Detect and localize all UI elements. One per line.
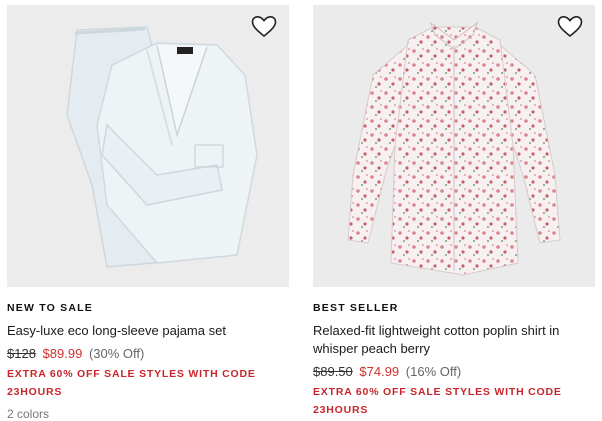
price-row: $128 $89.99 (30% Off) bbox=[7, 345, 289, 363]
product-badge: NEW TO SALE bbox=[7, 302, 93, 314]
heart-outline-icon[interactable] bbox=[557, 15, 583, 39]
color-count[interactable]: 2 colors bbox=[7, 407, 289, 421]
sale-price: $74.99 bbox=[359, 364, 400, 379]
product-title[interactable]: Relaxed-fit lightweight cotton poplin sh… bbox=[313, 322, 595, 358]
original-price: $128 bbox=[7, 346, 36, 361]
product-image-poplin-shirt[interactable] bbox=[313, 5, 595, 287]
floral-shirt-illustration bbox=[347, 21, 561, 276]
price-row: $89.50 $74.99 (16% Off) bbox=[313, 363, 595, 381]
product-card[interactable]: NEW TO SALE Easy-luxe eco long-sleeve pa… bbox=[7, 5, 289, 421]
product-image-pajama-set[interactable] bbox=[7, 5, 289, 287]
sale-price: $89.99 bbox=[42, 346, 83, 361]
heart-outline-icon[interactable] bbox=[251, 15, 277, 39]
original-price: $89.50 bbox=[313, 364, 353, 379]
product-card[interactable]: BEST SELLER Relaxed-fit lightweight cott… bbox=[313, 5, 595, 419]
promo-text: EXTRA 60% OFF SALE STYLES WITH CODE 23HO… bbox=[7, 368, 256, 398]
pajama-set-illustration bbox=[66, 26, 258, 268]
discount-percent: (16% Off) bbox=[405, 364, 462, 379]
promo-text: EXTRA 60% OFF SALE STYLES WITH CODE 23HO… bbox=[313, 386, 562, 416]
product-title[interactable]: Easy-luxe eco long-sleeve pajama set bbox=[7, 322, 289, 340]
discount-percent: (30% Off) bbox=[88, 346, 145, 361]
product-badge: BEST SELLER bbox=[313, 302, 399, 314]
